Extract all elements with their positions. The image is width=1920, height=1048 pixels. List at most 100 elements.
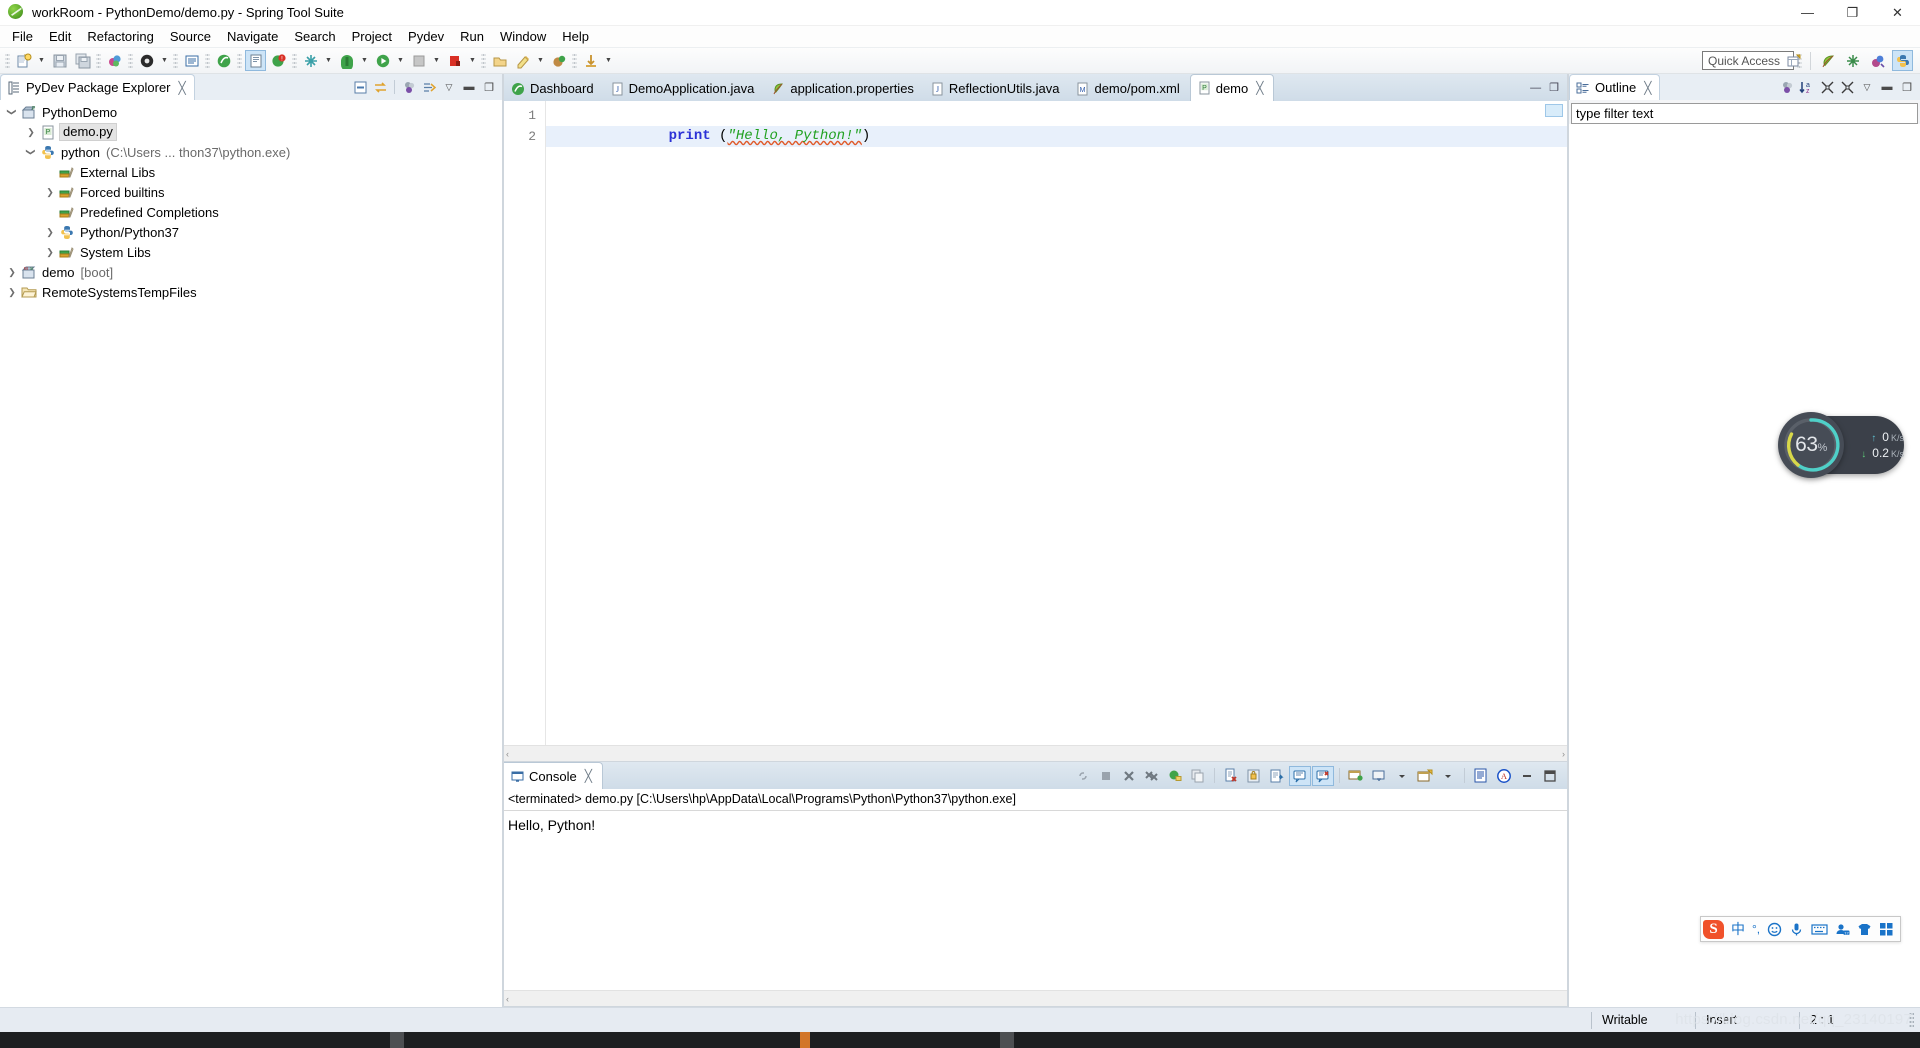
hide-console-icon[interactable] [1072, 766, 1094, 786]
pydev-console-icon[interactable] [580, 50, 601, 71]
remove-all-terminated-icon[interactable] [1141, 766, 1163, 786]
punctuation-icon[interactable]: °, [1752, 922, 1760, 936]
emoji-icon[interactable] [1767, 922, 1782, 937]
pydev-console-dropdown-icon[interactable]: ▼ [602, 51, 615, 71]
tab-console[interactable]: Console ╳ [504, 762, 603, 789]
open-task-icon[interactable] [181, 50, 202, 71]
dark-run-dropdown-icon[interactable]: ▼ [158, 51, 171, 71]
code-text[interactable]: print ("Hello, Python!") [546, 101, 1567, 745]
twisty-expanded-icon[interactable]: ❯ [4, 104, 20, 120]
minimize-icon[interactable]: — [1530, 82, 1541, 94]
menu-pydev[interactable]: Pydev [400, 27, 452, 46]
menu-file[interactable]: File [4, 27, 41, 46]
maximize-view-icon[interactable]: ❐ [480, 78, 498, 96]
run-dropdown-icon[interactable]: ▼ [394, 51, 407, 71]
tree-item-system-libs[interactable]: ❯ System Libs [0, 242, 502, 262]
open-console-icon[interactable] [1414, 766, 1436, 786]
filters-icon[interactable] [400, 78, 418, 96]
user-icon[interactable]: 12 [1835, 922, 1850, 937]
scroll-right-icon[interactable]: › [1562, 749, 1565, 759]
expand-all-icon[interactable] [1838, 78, 1856, 96]
save-icon[interactable] [49, 50, 70, 71]
debug-icon[interactable] [336, 50, 357, 71]
project-tree[interactable]: ❯ P PythonDemo ❯ Pdemo.py ❯ python (C:\Users ..… [0, 100, 502, 1007]
twisty-expanded-icon[interactable]: ❯ [23, 144, 39, 160]
remove-launch-icon[interactable] [1118, 766, 1140, 786]
boot-dashboard-icon[interactable] [213, 50, 234, 71]
show-console-on-error-icon[interactable] [1312, 765, 1334, 786]
menu-project[interactable]: Project [344, 27, 400, 46]
coverage-dropdown-icon[interactable]: ▼ [430, 51, 443, 71]
new-pydev-project-icon[interactable] [489, 50, 510, 71]
toolbar-grip-6[interactable] [237, 51, 242, 70]
coverage-icon[interactable] [408, 50, 429, 71]
new-pydev-package-dropdown-icon[interactable]: ▼ [534, 51, 547, 71]
tree-item-python[interactable]: ❯ python (C:\Users ... thon37\python.exe) [0, 142, 502, 162]
editor-tab-demo[interactable]: Pdemo ╳ [1189, 74, 1275, 101]
tree-item-forced-builtins[interactable]: ❯ Forced builtins [0, 182, 502, 202]
sogou-logo-icon[interactable]: S [1703, 919, 1724, 939]
chinese-mode-icon[interactable]: 中 [1731, 919, 1745, 939]
tab-pydev-package-explorer[interactable]: PyDev Package Explorer ╳ [0, 74, 195, 100]
dark-run-icon[interactable] [136, 50, 157, 71]
terminate-icon[interactable] [1095, 766, 1117, 786]
pydev-perspective-icon[interactable] [1892, 50, 1913, 71]
tab-outline[interactable]: Outline ╳ [1569, 74, 1661, 100]
editor-tab-application-properties[interactable]: application.properties [764, 76, 924, 101]
twisty-collapsed-icon[interactable]: ❯ [23, 124, 39, 140]
external-tools-dropdown-icon[interactable]: ▼ [322, 51, 335, 71]
maximize-icon[interactable] [1539, 766, 1561, 786]
debug-perspective-icon[interactable] [1842, 50, 1863, 71]
menu-source[interactable]: Source [162, 27, 219, 46]
close-icon[interactable]: ╳ [1256, 81, 1263, 95]
tree-item-remotesystemstempfiles[interactable]: ❯ RemoteSystemsTempFiles [0, 282, 502, 302]
toolbox-icon[interactable] [1879, 922, 1894, 937]
save-all-icon[interactable] [72, 50, 93, 71]
tree-item-predefined-completions[interactable]: Predefined Completions [0, 202, 502, 222]
view-menu-icon[interactable] [1470, 766, 1492, 786]
collapse-all-icon[interactable] [351, 78, 369, 96]
build-all-icon[interactable] [104, 50, 125, 71]
view-menu-icon[interactable]: ▽ [440, 78, 458, 96]
new-pydev-package-icon[interactable] [512, 50, 533, 71]
tree-item-external-libs[interactable]: External Libs [0, 162, 502, 182]
clear-console-icon[interactable] [1220, 766, 1242, 786]
skin-icon[interactable] [1857, 922, 1872, 937]
menu-window[interactable]: Window [492, 27, 554, 46]
tree-item-demo[interactable]: ❯ M Sdemo [boot] [0, 262, 502, 282]
display-dropdown-icon[interactable] [1391, 766, 1413, 786]
tree-item-demo-py[interactable]: ❯ Pdemo.py [0, 122, 502, 142]
minimize-view-icon[interactable]: ▬ [460, 78, 478, 96]
soft-keyboard-icon[interactable] [1811, 923, 1828, 936]
toolbar-grip-7[interactable] [292, 51, 297, 70]
outline-content[interactable] [1569, 124, 1920, 1007]
toolbar-grip[interactable] [5, 51, 10, 70]
toolbar-grip-2[interactable] [96, 51, 101, 70]
code-line-1[interactable]: print ("Hello, Python!") [546, 105, 1567, 144]
relaunch-icon[interactable] [1164, 766, 1186, 786]
menu-run[interactable]: Run [452, 27, 492, 46]
menu-navigate[interactable]: Navigate [219, 27, 286, 46]
toolbar-grip-8[interactable] [481, 51, 486, 70]
toolbar-grip-3[interactable] [128, 51, 133, 70]
toolbar-grip-5[interactable] [205, 51, 210, 70]
link-with-editor-icon[interactable] [371, 78, 389, 96]
new-wizard-icon[interactable] [13, 50, 34, 71]
pin-console-icon[interactable] [1345, 766, 1367, 786]
minimize-window-button[interactable]: — [1785, 0, 1830, 26]
new-pydev-module-icon[interactable] [548, 50, 569, 71]
tree-item-pythondemo[interactable]: ❯ P PythonDemo [0, 102, 502, 122]
maximize-view-icon[interactable]: ❐ [1898, 78, 1916, 96]
outline-filter-input[interactable]: type filter text [1571, 103, 1918, 124]
scroll-left-icon[interactable]: ‹ [506, 749, 509, 759]
view-menu-icon[interactable]: ▽ [1858, 78, 1876, 96]
console-horizontal-scrollbar[interactable]: ‹ [504, 990, 1567, 1006]
show-console-on-output-icon[interactable] [1289, 765, 1311, 786]
close-icon[interactable]: ╳ [179, 81, 186, 95]
close-icon[interactable]: ╳ [1644, 81, 1651, 95]
toolbar-grip-9[interactable] [572, 51, 577, 70]
display-selected-console-icon[interactable] [1368, 766, 1390, 786]
minimize-view-icon[interactable]: ▬ [1878, 78, 1896, 96]
external-tools-icon[interactable] [300, 50, 321, 71]
open-perspective-icon[interactable] [1783, 50, 1804, 71]
